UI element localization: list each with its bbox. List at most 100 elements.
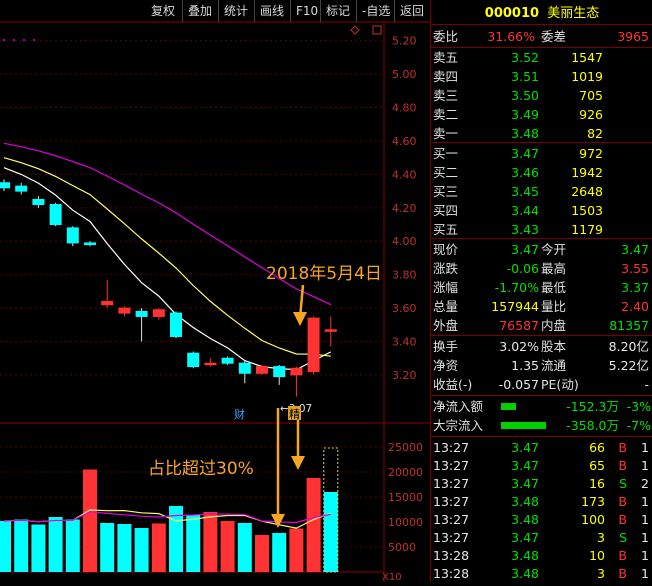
axis-labels: 5.20 5.00 4.80 4.60 4.40 4.20 4.00 3.80 3.60 3.40… [382,35,423,583]
candle-body [238,362,251,374]
ask-price: 3.48 [511,126,539,141]
bid-price: 3.47 [511,146,539,161]
tick-volume: 16 [589,476,605,491]
candle-body [170,312,182,337]
candle-body [152,309,165,317]
weicha-value: 3965 [617,29,649,44]
stat-value: 81357 [609,318,649,333]
tick-side: B [618,512,627,527]
bid-price: 3.44 [511,203,539,218]
stat-row: 总量 157944 量比 2.40 [431,297,652,316]
stat-label: 总量 [433,299,459,314]
divider [431,335,652,336]
volume-bar [0,521,11,572]
volume-bar [186,515,201,572]
tick-side: B [618,458,627,473]
ma10-line [3,157,331,357]
stat-value: 3.55 [621,261,649,276]
candle-body [0,182,10,189]
ask-price: 3.50 [511,88,539,103]
stat-label: 内盘 [541,318,567,333]
candle-body [324,329,337,332]
price-tick-label: 5.20 [392,35,417,48]
tick-row: 13:27 3.48 173 B 1 [431,492,652,511]
tick-price: 3.48 [511,512,539,527]
toolbar-button-7[interactable]: 返回 [394,0,429,22]
volume-tick-label: 20000 [388,466,423,479]
flow-pct: -3% [626,399,651,414]
ask-row: 卖四 3.51 1019 [431,67,652,86]
fund-label: PE(动) [541,377,579,392]
flow-label: 净流入额 [433,399,484,414]
volume-bar [289,528,304,572]
flow-value: -358.0万 [566,418,619,433]
toolbar-button-3[interactable]: 画线 [254,0,289,22]
candle-body [307,317,320,373]
divider [431,238,652,239]
ask-volume: 1547 [571,50,603,65]
toolbar-button-2[interactable]: 统计 [218,0,253,22]
volume-bar [134,528,149,572]
bid-label: 买三 [433,184,459,199]
price-tick-label: 3.80 [392,269,417,282]
tick-time: 13:27 [433,476,470,491]
tick-price: 3.48 [511,494,539,509]
volume-tick-label: 25000 [388,441,423,454]
fund-label: 收益(-) [433,377,473,392]
price-tick-label: 4.60 [392,135,417,148]
tick-count: 1 [641,566,649,581]
stock-name: 美丽生态 [547,6,600,21]
toolbar-button-4[interactable]: F10 [290,0,323,22]
stat-value: 3.47 [511,242,539,257]
stat-label: 现价 [433,242,459,257]
volume-bar [83,469,97,572]
tick-price: 3.47 [511,440,539,455]
volume-bar [100,523,115,572]
toolbar-button-1[interactable]: 叠加 [182,0,217,22]
weibi-value: 31.66% [487,29,535,44]
candle-body [290,367,303,376]
event-tag-jing: 精 [289,408,300,421]
volume-bar [14,519,29,572]
tick-time: 13:28 [433,566,470,581]
flow-value: -152.3万 [566,399,619,414]
ask-label: 卖五 [433,50,459,65]
candle-body [101,300,114,306]
toolbar-button-6[interactable]: -自选 [356,0,395,22]
price-tick-label: 4.40 [392,168,417,181]
tick-row: 13:27 3.47 3 S 1 [431,528,652,547]
bid-volume: 1942 [571,165,603,180]
tick-volume: 100 [581,512,605,527]
kline-chart[interactable]: 5.20 5.00 4.80 4.60 4.40 4.20 4.00 3.80 3.60 3.40… [0,0,430,583]
fund-value: 5.22亿 [608,358,649,373]
quote-panel: 000010 美丽生态 委比 31.66% 委差 3965 卖五 3.52 1547… [430,0,652,582]
bid-label: 买四 [433,203,459,218]
event-tag-cai: 财 [234,407,245,421]
tick-time: 13:28 [433,548,470,563]
volume-bar [151,523,166,572]
bid-row: 买一 3.47 972 [431,144,652,163]
price-tick-label: 3.60 [392,302,417,315]
fund-value: 8.20亿 [608,339,649,354]
stat-value: 3.37 [621,280,649,295]
dot-marker [13,39,15,41]
tick-time: 13:27 [433,530,470,545]
candle-body [204,362,217,366]
weibi-row: 委比 31.66% 委差 3965 [431,27,652,46]
tick-row: 13:27 3.47 66 B 1 [431,438,652,457]
toolbar-button-0[interactable]: 复权 [146,0,180,22]
tick-row: 13:28 3.48 3 B 1 [431,564,652,583]
stat-row: 涨跌 -0.06 最高 3.55 [431,259,652,278]
price-tick-label: 3.20 [392,369,417,382]
fund-value: 3.02% [499,339,539,354]
bid-price: 3.46 [511,165,539,180]
candle-body [118,307,131,314]
toolbar-button-5[interactable]: 标记 [320,0,355,22]
tick-time: 13:27 [433,512,470,527]
candle-body [15,185,28,192]
kline-chart-panel[interactable]: 5.20 5.00 4.80 4.60 4.40 4.20 4.00 3.80 3.60 3.40… [0,0,430,583]
candle-body [66,227,79,244]
stat-value: 76587 [499,318,539,333]
volume-bar [31,524,46,572]
ask-row: 卖三 3.50 705 [431,86,652,105]
